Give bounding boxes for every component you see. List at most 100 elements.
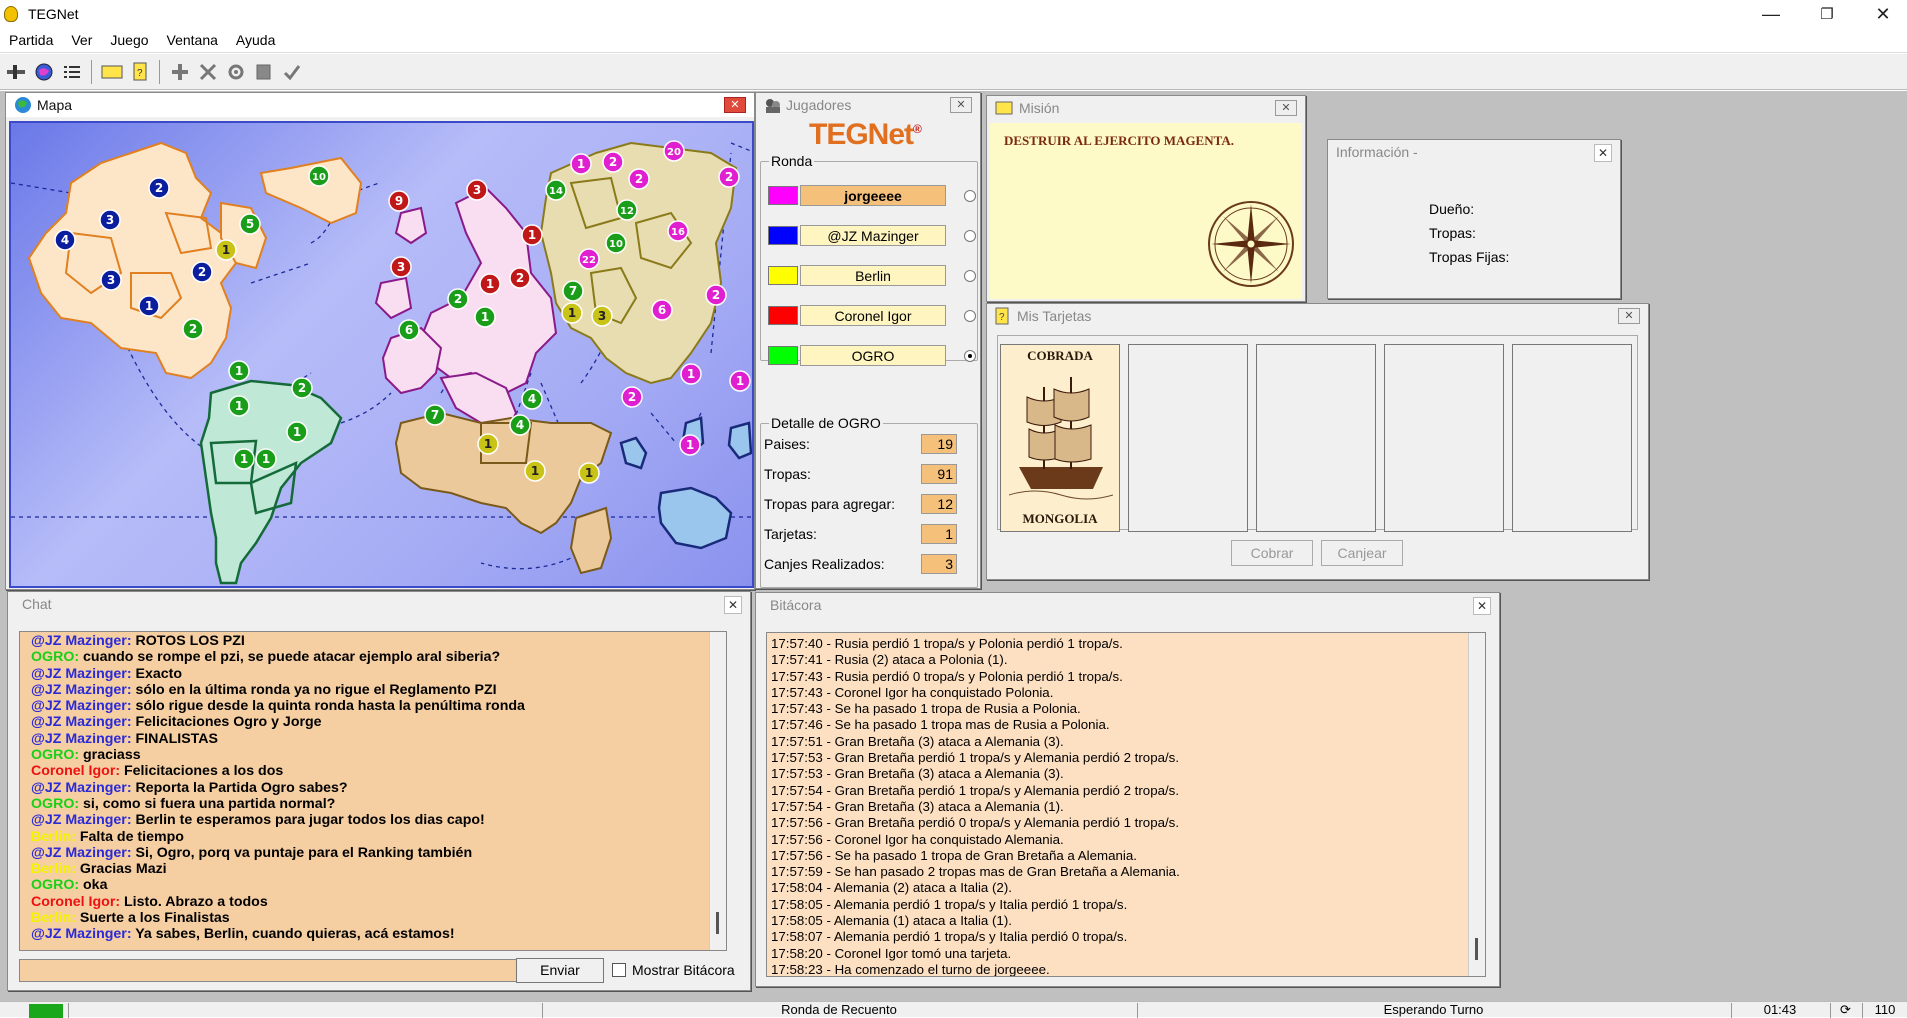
globe-icon[interactable]	[31, 59, 56, 84]
army-marker[interactable]: 2	[191, 261, 213, 283]
attack-icon[interactable]	[195, 59, 220, 84]
info-window-titlebar[interactable]: Información - ✕	[1328, 140, 1620, 164]
cards-window-titlebar[interactable]: ? Mis Tarjetas ✕	[987, 304, 1648, 328]
menu-ayuda[interactable]: Ayuda	[227, 32, 284, 48]
player-select-radio[interactable]	[964, 270, 976, 282]
player-row[interactable]: Coronel Igor	[768, 305, 978, 327]
army-marker[interactable]: 1	[255, 448, 277, 470]
army-marker[interactable]: 1	[578, 462, 600, 484]
army-marker[interactable]: 2	[182, 318, 204, 340]
player-row[interactable]: jorgeeee	[768, 185, 978, 207]
army-marker[interactable]: 1	[561, 302, 583, 324]
players-window-titlebar[interactable]: Jugadores ✕	[756, 93, 980, 117]
player-row[interactable]: Berlin	[768, 265, 978, 287]
country-card-mongolia[interactable]: COBRADA MONGOLIA	[1000, 344, 1120, 532]
end-turn-icon[interactable]	[279, 59, 304, 84]
chat-messages[interactable]: @JZ Mazinger: ROTOS LOS PZI OGRO: cuando …	[19, 631, 727, 951]
close-info-button[interactable]: ✕	[1594, 144, 1612, 162]
regroup-icon[interactable]	[223, 59, 248, 84]
army-marker[interactable]: 1	[680, 363, 702, 385]
army-marker[interactable]: 1	[228, 360, 250, 382]
close-window-button[interactable]: ✕	[1855, 0, 1907, 28]
close-cards-button[interactable]: ✕	[1618, 308, 1640, 324]
player-row[interactable]: @JZ Mazinger	[768, 225, 978, 247]
army-marker[interactable]: 3	[100, 269, 122, 291]
army-marker[interactable]: 2	[148, 177, 170, 199]
connect-icon[interactable]	[3, 59, 28, 84]
mission-window-titlebar[interactable]: Misión ✕	[987, 96, 1305, 120]
army-marker[interactable]: 1	[477, 433, 499, 455]
map-window-titlebar[interactable]: Mapa ✕	[6, 93, 754, 117]
mission-icon[interactable]	[99, 59, 124, 84]
army-marker[interactable]: 1	[729, 370, 751, 392]
cards-icon[interactable]: ?	[127, 59, 152, 84]
army-marker[interactable]: 7	[424, 404, 446, 426]
card-take-icon[interactable]	[251, 59, 276, 84]
minimize-button[interactable]: —	[1743, 0, 1799, 28]
army-marker[interactable]: 5	[239, 213, 261, 235]
army-marker[interactable]: 2	[509, 267, 531, 289]
army-marker[interactable]: 1	[479, 273, 501, 295]
army-marker[interactable]: 1	[228, 395, 250, 417]
army-marker[interactable]: 2	[705, 284, 727, 306]
army-marker[interactable]: 7	[562, 280, 584, 302]
army-marker[interactable]: 22	[578, 248, 600, 270]
army-marker[interactable]: 3	[390, 256, 412, 278]
menu-partida[interactable]: Partida	[0, 32, 62, 48]
log-window-titlebar[interactable]: Bitácora ✕	[756, 593, 1499, 617]
menu-ventana[interactable]: Ventana	[158, 32, 227, 48]
army-marker[interactable]: 2	[621, 386, 643, 408]
show-log-checkbox[interactable]	[612, 963, 626, 977]
army-marker[interactable]: 2	[628, 168, 650, 190]
close-map-button[interactable]: ✕	[724, 97, 746, 113]
army-marker[interactable]: 4	[509, 414, 531, 436]
add-icon[interactable]	[167, 59, 192, 84]
army-marker[interactable]: 10	[308, 165, 330, 187]
player-select-radio[interactable]	[964, 230, 976, 242]
chat-scrollbar[interactable]	[709, 632, 726, 950]
army-marker[interactable]: 2	[447, 288, 469, 310]
army-marker[interactable]: 1	[524, 460, 546, 482]
army-marker[interactable]: 2	[718, 166, 740, 188]
menu-juego[interactable]: Juego	[101, 32, 157, 48]
army-marker[interactable]: 3	[466, 179, 488, 201]
army-marker[interactable]: 16	[667, 220, 689, 242]
army-marker[interactable]: 20	[663, 140, 685, 162]
army-marker[interactable]: 3	[591, 305, 613, 327]
cobrar-button[interactable]: Cobrar	[1231, 540, 1313, 566]
close-chat-button[interactable]: ✕	[724, 596, 742, 614]
menu-ver[interactable]: Ver	[62, 32, 101, 48]
army-marker[interactable]: 1	[233, 448, 255, 470]
army-marker[interactable]: 9	[388, 190, 410, 212]
send-button[interactable]: Enviar	[516, 958, 604, 983]
army-marker[interactable]: 1	[138, 295, 160, 317]
army-marker[interactable]: 10	[605, 232, 627, 254]
list-icon[interactable]	[59, 59, 84, 84]
army-marker[interactable]: 3	[99, 209, 121, 231]
army-marker[interactable]: 1	[474, 306, 496, 328]
player-select-radio[interactable]	[964, 350, 976, 362]
close-log-button[interactable]: ✕	[1473, 597, 1491, 615]
army-marker[interactable]: 6	[398, 319, 420, 341]
log-entries[interactable]: 17:57:40 - Rusia perdió 1 tropa/s y Polo…	[766, 632, 1486, 977]
chat-input[interactable]	[19, 959, 520, 982]
player-row[interactable]: OGRO	[768, 345, 978, 367]
restore-button[interactable]: ❐	[1799, 0, 1855, 28]
close-players-button[interactable]: ✕	[950, 97, 972, 113]
close-mission-button[interactable]: ✕	[1275, 100, 1297, 116]
army-marker[interactable]: 14	[545, 179, 567, 201]
world-map[interactable]: 2 3 4 3 2 1 5 1 2 10 9 3 3 1 1 2 2 6 1 7 1 3 22 14 1 2 20 2 2 12 10 16 6…	[9, 121, 754, 588]
army-marker[interactable]: 6	[651, 299, 673, 321]
army-marker[interactable]: 1	[521, 224, 543, 246]
canjear-button[interactable]: Canjear	[1321, 540, 1403, 566]
log-scrollbar[interactable]	[1468, 633, 1485, 976]
army-marker[interactable]: 1	[570, 153, 592, 175]
army-marker[interactable]: 4	[54, 229, 76, 251]
army-marker[interactable]: 12	[616, 199, 638, 221]
player-select-radio[interactable]	[964, 310, 976, 322]
player-select-radio[interactable]	[964, 190, 976, 202]
chat-window-titlebar[interactable]: Chat ✕	[8, 592, 750, 616]
army-marker[interactable]: 2	[602, 151, 624, 173]
army-marker[interactable]: 4	[521, 388, 543, 410]
army-marker[interactable]: 1	[286, 421, 308, 443]
